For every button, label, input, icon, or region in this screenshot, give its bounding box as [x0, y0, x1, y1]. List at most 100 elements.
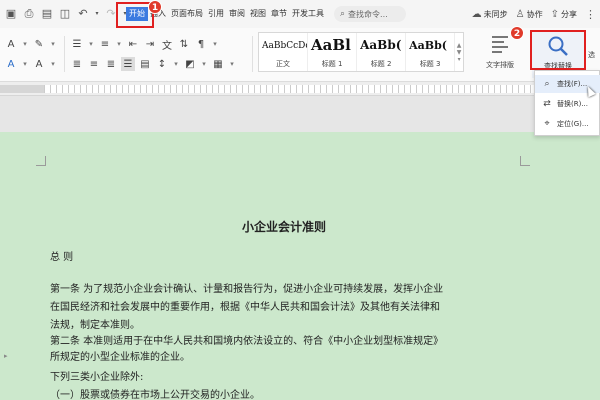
- step-badge-2: 2: [510, 26, 524, 40]
- font-color-dropdown-icon[interactable]: ▾: [21, 57, 29, 71]
- doc-line: 下列三类小企业除外:: [50, 372, 144, 383]
- show-marks-dropdown-icon[interactable]: ▾: [211, 37, 219, 51]
- doc-line: 法规，制定本准则。: [50, 320, 140, 331]
- increase-indent-icon[interactable]: ⇥: [143, 37, 157, 51]
- paragraph-marker-icon[interactable]: ▸: [4, 352, 8, 360]
- menu-item-replace[interactable]: ⇄ 替换(R)...: [535, 95, 600, 113]
- show-marks-icon[interactable]: ¶: [194, 37, 208, 51]
- chevron-down-icon[interactable]: ▼: [457, 49, 462, 56]
- numbered-list-dropdown-icon[interactable]: ▾: [115, 37, 123, 51]
- menu-item-goto[interactable]: ⌖ 定位(G)...: [535, 115, 600, 133]
- char-shading-icon[interactable]: A: [32, 57, 46, 71]
- font-size-increase-icon[interactable]: A: [4, 37, 18, 51]
- highlight-dropdown-icon[interactable]: ▾: [49, 37, 57, 51]
- border-dropdown-icon[interactable]: ▾: [228, 57, 236, 71]
- line-spacing-icon[interactable]: ↕: [155, 57, 169, 71]
- style-sample: AaBbCcDd: [262, 41, 309, 51]
- bullet-list-icon[interactable]: ☰: [70, 37, 84, 51]
- ribbon-separator: [64, 36, 65, 72]
- bullet-list-dropdown-icon[interactable]: ▾: [87, 37, 95, 51]
- align-justify-icon[interactable]: ☰: [121, 57, 135, 71]
- undo-icon[interactable]: ↶: [76, 7, 90, 21]
- font-row-2: A ▾ A ▾: [4, 56, 60, 72]
- locate-icon: ⌖: [544, 119, 550, 129]
- more-icon[interactable]: ⋮: [585, 8, 596, 21]
- sort-icon[interactable]: ⇅: [177, 37, 191, 51]
- sync-button[interactable]: ☁ 未同步: [472, 9, 508, 20]
- horizontal-ruler[interactable]: [0, 82, 600, 96]
- line-spacing-dropdown-icon[interactable]: ▾: [172, 57, 180, 71]
- shading-icon[interactable]: ◩: [183, 57, 197, 71]
- text-layout-label: 文字排版: [486, 61, 514, 69]
- doc-line: 在国民经济和社会发展中的重要作用，根据《中华人民共和国会计法》及其他有关法律和: [50, 302, 440, 313]
- command-search[interactable]: ⌕ 查找命令...: [334, 6, 406, 22]
- save-icon[interactable]: ▣: [4, 7, 18, 21]
- decrease-indent-icon[interactable]: ⇤: [126, 37, 140, 51]
- menu-item-label: 查找(F)...: [557, 80, 588, 88]
- align-center-icon[interactable]: ≡: [87, 57, 101, 71]
- header-actions: ☁ 未同步 ♙ 协作 ⇪ 分享 ⋮: [464, 6, 596, 22]
- numbered-list-icon[interactable]: ≡: [98, 37, 112, 51]
- ruler-margin: [0, 85, 44, 93]
- doc-line: 总 则: [50, 252, 74, 263]
- collab-icon: ♙: [515, 8, 525, 20]
- search-icon: ⌕: [544, 79, 550, 89]
- title-bar: ▣ ⎙ ▤ ◫ ↶ ▾ ↷ ▾ 开始 插入 页面布局 引用 审阅 视图 章节 开…: [0, 0, 600, 28]
- font-color-icon[interactable]: A: [4, 57, 18, 71]
- highlight-box-find-replace: [530, 30, 586, 70]
- margin-corner: [520, 156, 530, 166]
- style-caption: 正文: [276, 60, 291, 68]
- chevron-up-icon[interactable]: ▲: [457, 42, 462, 49]
- font-size-dropdown-icon[interactable]: ▾: [21, 37, 29, 51]
- styles-scroll[interactable]: ▲ ▼ ▾: [455, 33, 463, 71]
- cloud-icon: ☁: [471, 8, 482, 20]
- replace-icon: ⇄: [543, 99, 551, 109]
- document-page[interactable]: 小企业会计准则 总 则 第一条 为了规范小企业会计确认、计量和报告行为，促进小企…: [0, 132, 600, 400]
- style-sample: AaBb(: [409, 39, 447, 52]
- align-right-icon[interactable]: ≣: [104, 57, 118, 71]
- style-caption: 标题 3: [419, 60, 441, 68]
- export-pdf-icon[interactable]: ▤: [40, 7, 54, 21]
- collab-button[interactable]: ♙ 协作: [516, 9, 543, 20]
- undo-dropdown-icon[interactable]: ▾: [94, 7, 100, 21]
- paragraph-row-1: ☰ ▾ ≡ ▾ ⇤ ⇥ 文 ⇅ ¶ ▾: [70, 36, 222, 52]
- doc-line: 第一条 为了规范小企业会计确认、计量和报告行为，促进小企业可持续发展，发挥小企业: [50, 284, 444, 295]
- margin-corner: [36, 156, 46, 166]
- tab-page-layout[interactable]: 页面布局: [169, 7, 205, 21]
- border-icon[interactable]: ▦: [211, 57, 225, 71]
- menu-item-label: 替换(R)...: [557, 100, 589, 108]
- font-row-1: A ▾ ✎ ▾: [4, 36, 60, 52]
- tab-review[interactable]: 审阅: [227, 7, 247, 21]
- chinese-layout-icon[interactable]: 文: [160, 37, 174, 52]
- doc-line: （一）股票或债券在市场上公开交易的小企业。: [50, 390, 260, 400]
- align-left-icon[interactable]: ≣: [70, 57, 84, 71]
- ribbon-separator: [252, 36, 253, 72]
- ruler-ticks: [44, 85, 544, 93]
- tab-section[interactable]: 章节: [269, 7, 289, 21]
- style-normal[interactable]: AaBbCcDd 正文: [259, 33, 309, 71]
- style-heading-2[interactable]: AaBb( 标题 2: [357, 33, 407, 71]
- menu-item-label: 定位(G)...: [557, 120, 589, 128]
- document-area[interactable]: 小企业会计准则 总 则 第一条 为了规范小企业会计确认、计量和报告行为，促进小企…: [0, 96, 600, 400]
- shading-dropdown-icon[interactable]: ▾: [200, 57, 208, 71]
- style-heading-3[interactable]: AaBb( 标题 3: [406, 33, 456, 71]
- page-gap: [0, 96, 600, 132]
- styles-more-icon[interactable]: ▾: [458, 56, 461, 63]
- tab-references[interactable]: 引用: [206, 7, 226, 21]
- style-heading-1[interactable]: AaBl 标题 1: [308, 33, 358, 71]
- highlight-icon[interactable]: ✎: [32, 37, 46, 51]
- quick-access-toolbar: ▣ ⎙ ▤ ◫ ↶ ▾ ↷ ▾: [4, 6, 132, 22]
- doc-line: 第二条 本准则适用于在中华人民共和国境内依法设立的、符合《中小企业划型标准规定》: [50, 336, 444, 347]
- print-icon[interactable]: ⎙: [22, 7, 36, 21]
- share-button[interactable]: ⇪ 分享: [551, 9, 577, 20]
- select-label[interactable]: 选: [588, 50, 595, 60]
- tab-developer[interactable]: 开发工具: [290, 7, 326, 21]
- tab-view[interactable]: 视图: [248, 7, 268, 21]
- print-preview-icon[interactable]: ◫: [58, 7, 72, 21]
- sync-label: 未同步: [483, 9, 508, 19]
- style-sample: AaBl: [311, 36, 351, 54]
- char-shading-dropdown-icon[interactable]: ▾: [49, 57, 57, 71]
- step-badge-1: 1: [148, 0, 162, 14]
- find-replace-menu: ⌕ 查找(F)... ⇄ 替换(R)... ⌖ 定位(G)...: [534, 70, 600, 136]
- distributed-icon[interactable]: ▤: [138, 57, 152, 71]
